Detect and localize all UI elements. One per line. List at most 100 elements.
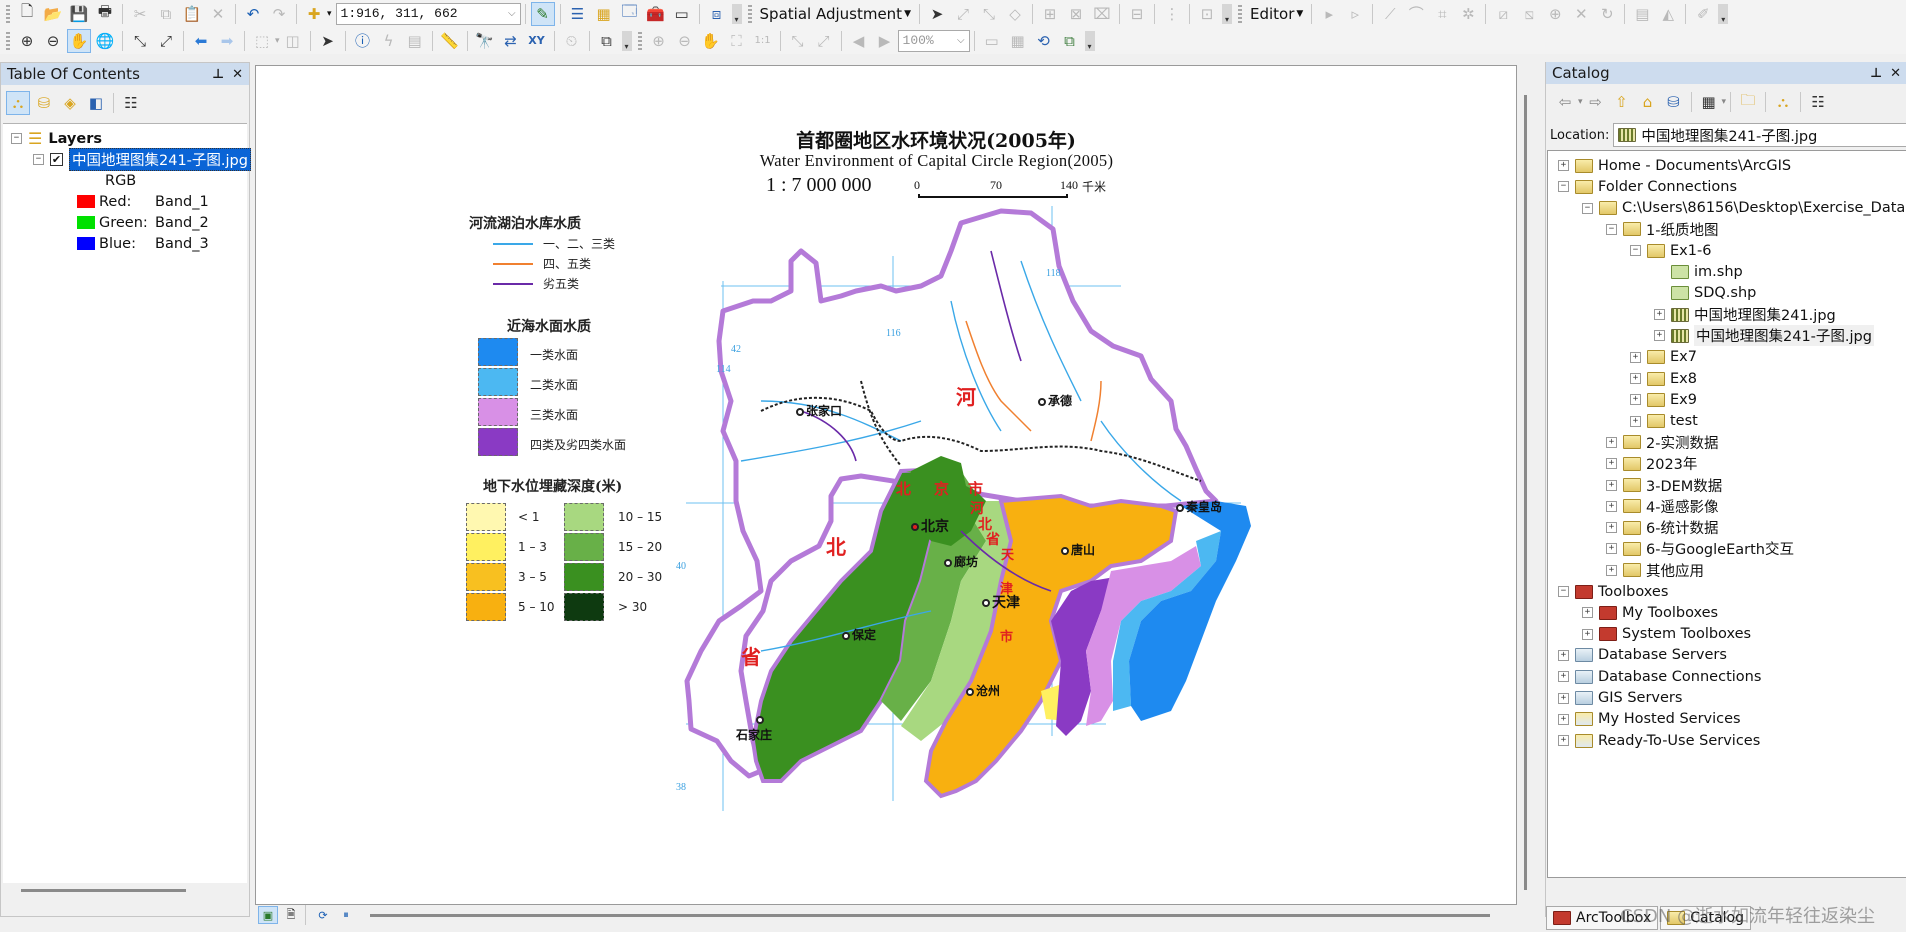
catalog-tree-item[interactable]: − C:\Users\86156\Desktop\Exercise_Data [1582,198,1905,219]
map-vertical-scrollbar[interactable] [1524,95,1527,890]
multi-displacement-icon[interactable]: ◇ [1003,2,1027,26]
expand-icon[interactable]: + [1558,649,1569,661]
catalog-tree-item[interactable]: +2-实测数据 [1606,432,1718,453]
measure-icon[interactable]: 📏 [438,29,462,53]
layer-visibility-checkbox[interactable]: ✔ [50,153,63,166]
paste-icon[interactable]: 📋 [180,2,204,26]
clear-areas-icon[interactable]: ⌧ [1090,2,1114,26]
catalog-tree-item[interactable]: − Ex1-6 [1630,240,1711,261]
raster-layer[interactable]: − ✔ 中国地理图集241-子图.jpg [33,148,251,171]
focus-data-frame-icon[interactable]: ▦ [1006,29,1030,53]
options-icon[interactable]: ☷ [119,91,143,115]
limited-adjustment-area-icon[interactable]: ⊠ [1064,2,1088,26]
expand-icon[interactable]: + [1582,607,1593,619]
catalog-tree-item[interactable]: − 1-纸质地图 [1606,219,1718,240]
options-icon[interactable]: ☷ [1806,90,1830,114]
catalog-tree-item[interactable]: + Database Connections [1558,666,1761,687]
catalog-tree-item[interactable]: + 中国地理图集241.jpg [1654,304,1836,325]
red-swatch[interactable] [77,195,95,208]
views-dropdown-icon[interactable]: ▾ [1722,97,1727,107]
new-displacement-link-icon[interactable]: ⤢ [951,2,975,26]
create-viewer-window-icon[interactable]: ⧉ [595,29,619,53]
layout-zoom-combo[interactable]: 100% ⌵ [897,29,970,52]
map-scale-combo[interactable]: 1:916, 311, 662 ⌵ [335,2,521,25]
find-route-icon[interactable]: ⇄ [499,29,523,53]
expand-icon[interactable]: + [1558,735,1569,747]
expand-icon[interactable]: + [1630,373,1641,384]
catalog-tree-item[interactable]: + Ex7 [1630,347,1697,368]
pause-icon[interactable]: ⏸ [336,906,356,924]
modify-link-icon[interactable]: ⤡ [977,2,1001,26]
full-extent-icon[interactable]: 🌐 [93,29,117,53]
layout-view-icon[interactable]: 🗎 [281,906,301,924]
expand-icon[interactable]: + [1630,415,1641,427]
views-icon[interactable]: ▦ [1697,90,1721,114]
arctoolbox-icon[interactable]: 🧰 [644,2,668,26]
close-icon[interactable]: ✕ [1890,66,1901,81]
link-table-icon[interactable]: ⊟ [1125,2,1149,26]
collapse-icon[interactable]: − [11,133,22,144]
toolbar-grip[interactable] [6,4,10,23]
select-elements-icon[interactable]: ➤ [925,2,949,26]
catalog-tree-item[interactable]: + Home - Documents\ArcGIS [1558,155,1791,176]
zoom-whole-page-icon[interactable]: ⛶ [725,29,749,53]
expand-icon[interactable]: + [1606,564,1617,576]
expand-icon[interactable]: + [1606,500,1617,512]
fixed-zoom-in-icon[interactable]: ⤡ [128,29,152,53]
catalog-tree-item[interactable]: + Ex9 [1630,389,1697,410]
catalog-tree-item[interactable]: + System Toolboxes [1582,624,1751,645]
cut-polygons-icon[interactable]: ⊕ [1543,2,1567,26]
forward-icon[interactable]: ⇨ [1584,90,1608,114]
band-row-red[interactable]: Red: Band_1 [77,191,209,212]
straight-segment-icon[interactable]: ⟋ [1378,2,1402,26]
edgematch-icon[interactable]: ⋮ [1160,2,1184,26]
redo-icon[interactable]: ↷ [267,2,291,26]
attribute-transfer-icon[interactable]: ⊡ [1195,2,1219,26]
collapse-icon[interactable]: − [1582,202,1593,214]
catalog-tree-item[interactable]: + 其他应用 [1606,560,1704,581]
table-of-contents-icon[interactable]: ☰ [566,2,590,26]
toc-horizontal-scrollbar[interactable] [21,889,186,892]
map-horizontal-scrollbar[interactable] [370,914,1490,917]
blue-swatch[interactable] [77,237,95,250]
undo-icon[interactable]: ↶ [241,2,265,26]
hyperlink-icon[interactable]: ϟ [377,29,401,53]
up-one-level-icon[interactable]: ⇧ [1610,90,1634,114]
collapse-icon[interactable]: − [1606,223,1617,235]
new-folder-icon[interactable]: 🗀 [1736,90,1760,114]
catalog-tree-item[interactable]: − Folder Connections [1558,176,1737,197]
chevron-down-icon[interactable]: ⌵ [508,8,516,20]
go-to-xy-icon[interactable]: XY [525,29,549,53]
expand-icon[interactable]: + [1606,522,1617,534]
expand-icon[interactable]: + [1630,394,1641,406]
catalog-tree-item[interactable]: SDQ.shp [1654,283,1756,304]
zoom-out-icon[interactable]: ⊖ [41,29,65,53]
catalog-tree-item[interactable]: +3-DEM数据 [1606,475,1722,496]
catalog-tree-item[interactable]: + Ready-To-Use Services [1558,730,1760,751]
sketch-properties-icon[interactable]: ◭ [1656,2,1680,26]
list-by-visibility-icon[interactable]: ◈ [58,91,82,115]
data-driven-pages-icon[interactable]: ⧉ [1058,29,1082,53]
expand-icon[interactable]: + [1558,692,1569,704]
layout-fixed-zoom-in-icon[interactable]: ⤡ [786,29,810,53]
trace-icon[interactable]: ⌗ [1430,2,1454,26]
editor-toolbar-icon[interactable]: ✎ [530,1,555,26]
catalog-tree-item[interactable]: +4-遥感影像 [1606,496,1718,517]
catalog-tree-item[interactable]: − Toolboxes [1558,581,1668,602]
add-data-dropdown-icon[interactable]: ▾ [327,9,332,19]
band-row-green[interactable]: Green: Band_2 [77,212,209,233]
toolbar-overflow-icon[interactable]: ▾ [1084,30,1095,51]
change-layout-icon[interactable]: ⟲ [1032,29,1056,53]
toggle-draft-mode-icon[interactable]: ▭ [980,29,1004,53]
point-icon[interactable]: ✲ [1456,2,1480,26]
toolbar-overflow-icon[interactable]: ▾ [731,3,742,24]
collapse-icon[interactable]: − [1558,181,1569,193]
expand-icon[interactable]: + [1558,713,1569,725]
delete-icon[interactable]: ✕ [206,2,230,26]
layout-zoom-out-icon[interactable]: ⊖ [673,29,697,53]
chevron-down-icon[interactable]: ⌵ [957,35,965,47]
select-elements-icon[interactable]: ➤ [316,29,340,53]
back-dropdown-icon[interactable]: ▾ [1578,97,1583,107]
collapse-icon[interactable]: − [1558,586,1569,597]
python-window-icon[interactable]: ▭ [670,2,694,26]
